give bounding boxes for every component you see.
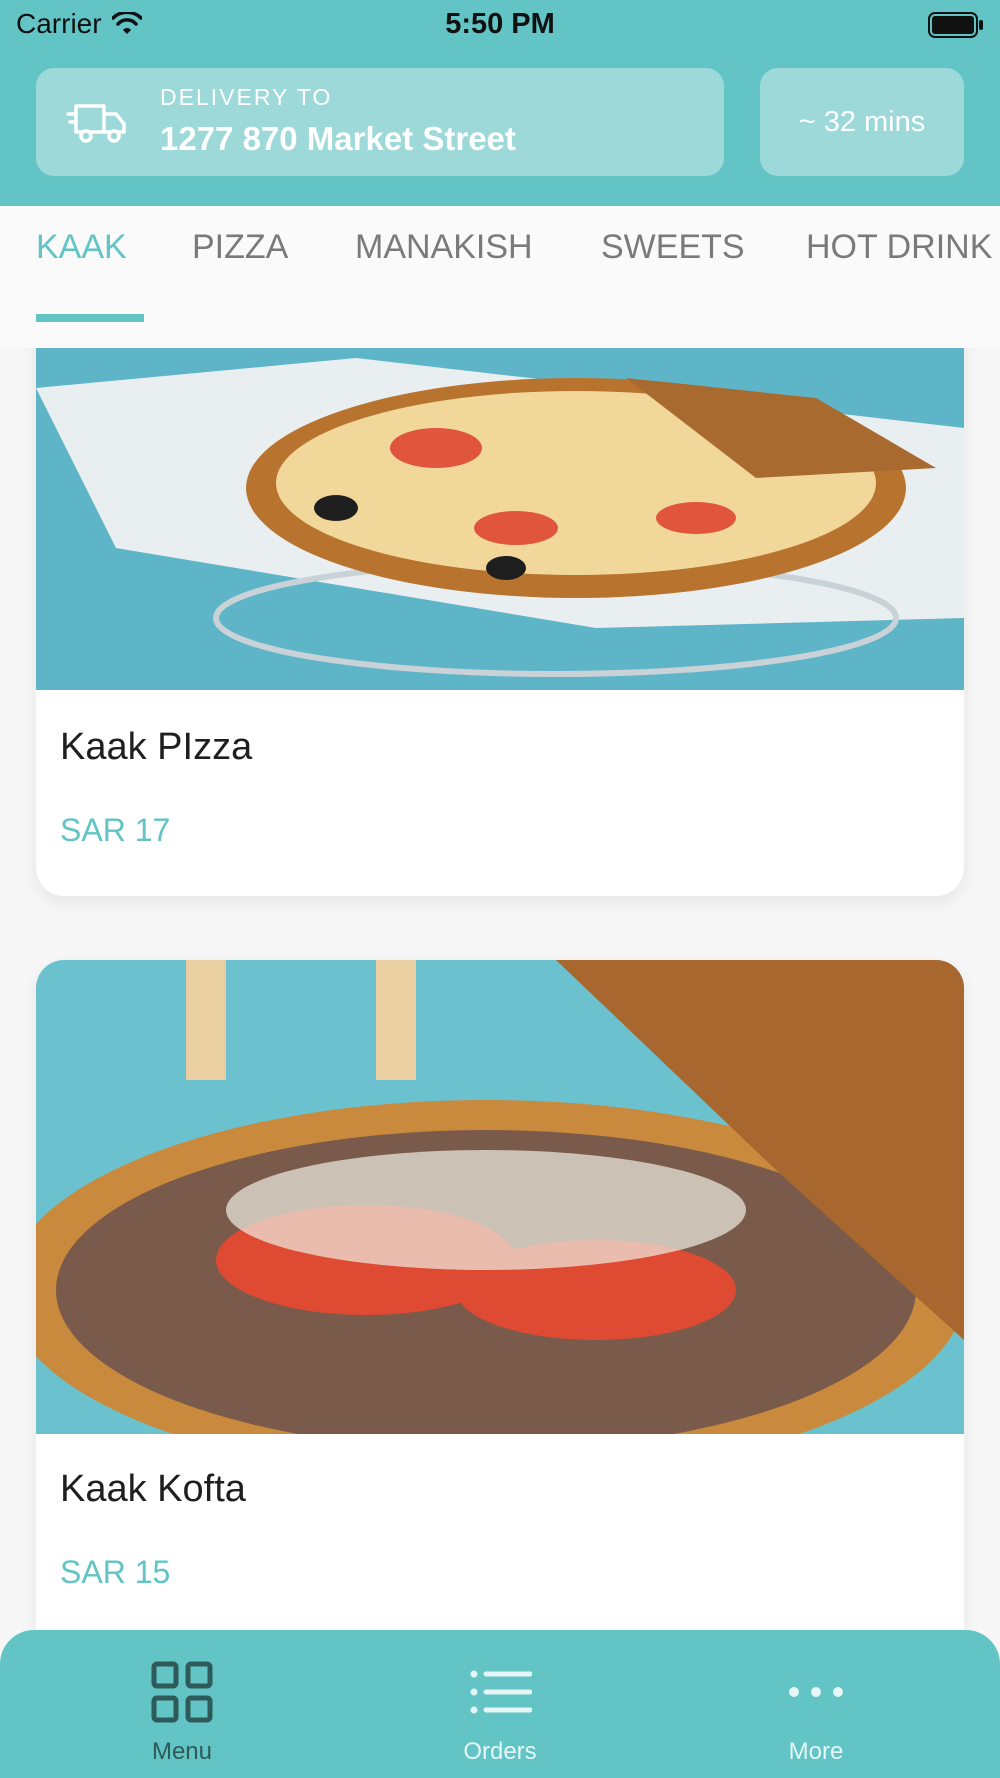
category-tabs: KAAK PIZZA MANAKISH SWEETS HOT DRINK — [0, 206, 1000, 348]
nav-orders-label: Orders — [463, 1738, 537, 1765]
nav-more[interactable]: More — [716, 1630, 916, 1778]
delivery-address: 1277 870 Market Street — [160, 120, 516, 157]
product-title: Kaak PIzza — [60, 726, 253, 768]
product-card-kaak-pizza[interactable]: Kaak PIzza SAR 17 — [36, 348, 964, 896]
tab-sweets[interactable]: SWEETS — [601, 228, 745, 267]
eta-text: ~ 32 mins — [798, 105, 926, 138]
more-icon — [789, 1687, 843, 1697]
tab-kaak[interactable]: KAAK — [36, 228, 127, 267]
tab-pizza[interactable]: PIZZA — [192, 228, 288, 267]
eta-badge: ~ 32 mins — [760, 68, 964, 176]
header: Carrier 5:50 PM DELIVERY TO 1277 870 Mar… — [0, 0, 1000, 206]
product-title: Kaak Kofta — [60, 1468, 246, 1510]
product-photo — [36, 960, 964, 1434]
delivery-label: DELIVERY TO — [160, 84, 333, 110]
delivery-truck-icon — [66, 104, 126, 143]
product-photo — [36, 348, 964, 690]
product-card-kaak-kofta[interactable]: Kaak Kofta SAR 15 — [36, 960, 964, 1630]
list-icon — [470, 1670, 532, 1714]
battery-icon — [928, 12, 983, 38]
product-list[interactable]: Kaak PIzza SAR 17 Kaak Kofta SAR 15 — [0, 348, 1000, 1630]
bottom-navigation: Menu Orders More — [0, 1630, 1000, 1778]
active-tab-indicator — [36, 314, 144, 322]
status-bar: Carrier 5:50 PM — [0, 0, 1000, 52]
delivery-address-button[interactable]: DELIVERY TO 1277 870 Market Street — [36, 68, 724, 176]
nav-menu[interactable]: Menu — [82, 1630, 282, 1778]
tab-manakish[interactable]: MANAKISH — [355, 228, 533, 267]
product-price: SAR 15 — [60, 1554, 171, 1590]
tab-hot-drink[interactable]: HOT DRINK — [806, 228, 992, 267]
nav-more-label: More — [788, 1738, 844, 1765]
nav-menu-label: Menu — [151, 1738, 213, 1765]
nav-orders[interactable]: Orders — [400, 1630, 600, 1778]
clock: 5:50 PM — [445, 8, 555, 40]
product-price: SAR 17 — [60, 812, 171, 848]
grid-icon — [151, 1661, 213, 1723]
